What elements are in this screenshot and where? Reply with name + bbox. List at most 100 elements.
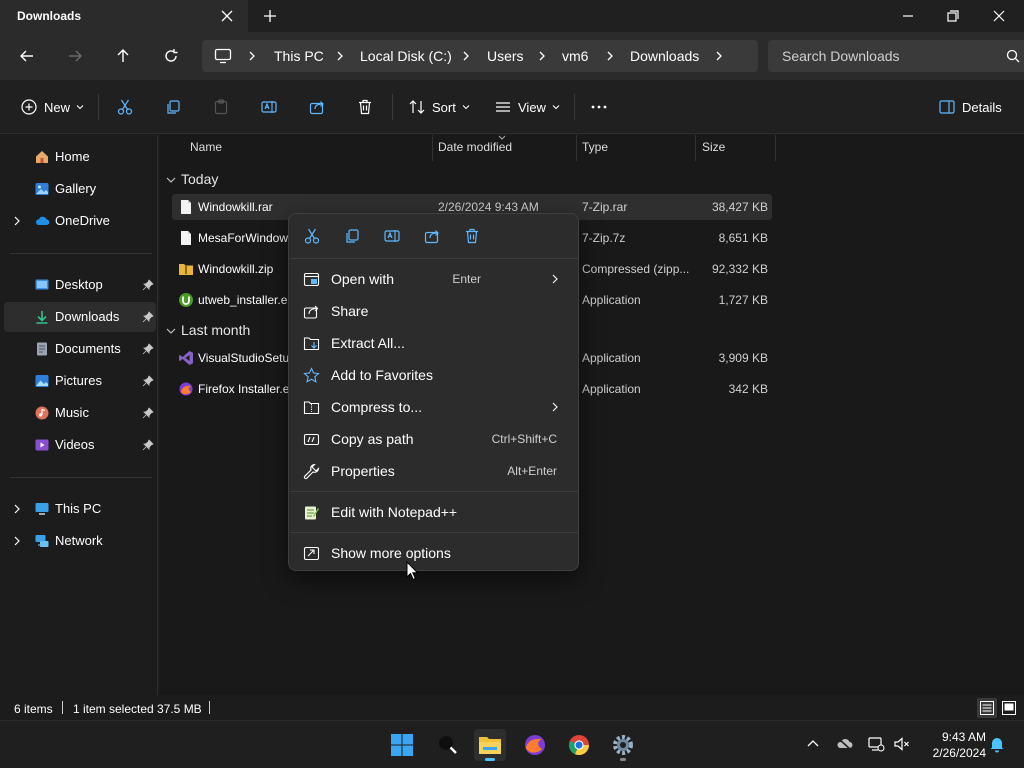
chevron-right-icon[interactable] bbox=[536, 50, 548, 62]
more-button[interactable] bbox=[590, 97, 608, 117]
pin-icon[interactable] bbox=[142, 343, 154, 355]
search-box[interactable]: Search Downloads bbox=[768, 40, 1024, 72]
delete-icon[interactable] bbox=[463, 227, 481, 245]
paste-button[interactable] bbox=[212, 97, 230, 117]
close-tab-icon[interactable] bbox=[219, 8, 235, 24]
copy-icon[interactable] bbox=[343, 227, 361, 245]
breadcrumb-vm6[interactable]: vm6 bbox=[562, 48, 588, 64]
breadcrumb-downloads[interactable]: Downloads bbox=[630, 48, 699, 64]
chevron-right-icon[interactable] bbox=[460, 50, 472, 62]
taskbar-firefox[interactable] bbox=[519, 729, 551, 761]
chevron-right-icon[interactable] bbox=[246, 50, 258, 62]
group-header-today[interactable]: Today bbox=[166, 171, 366, 191]
chevron-right-icon[interactable] bbox=[604, 50, 616, 62]
expand-chevron-icon[interactable] bbox=[12, 535, 22, 547]
menu-item-edit-with-notepadpp[interactable]: Edit with Notepad++ bbox=[294, 497, 573, 527]
menu-divider bbox=[290, 258, 579, 259]
pin-icon[interactable] bbox=[142, 279, 154, 291]
music-icon bbox=[35, 406, 49, 420]
view-button[interactable]: View bbox=[494, 97, 560, 117]
up-icon[interactable] bbox=[113, 46, 133, 66]
sidebar-item-music[interactable]: Music bbox=[4, 398, 156, 428]
chevron-up-icon[interactable] bbox=[804, 735, 822, 753]
details-view-button[interactable] bbox=[977, 698, 997, 718]
more-options-icon bbox=[303, 546, 320, 561]
search-icon bbox=[439, 736, 457, 754]
menu-item-show-more-options[interactable]: Show more options bbox=[294, 538, 573, 568]
taskbar-settings[interactable] bbox=[607, 729, 639, 761]
start-button[interactable] bbox=[386, 729, 418, 761]
rename-icon[interactable] bbox=[383, 227, 401, 245]
breadcrumb-users[interactable]: Users bbox=[487, 48, 524, 64]
share-button[interactable] bbox=[308, 97, 326, 117]
pin-icon[interactable] bbox=[142, 375, 154, 387]
copy-button[interactable] bbox=[164, 97, 182, 117]
thumbnail-view-button[interactable] bbox=[999, 698, 1019, 718]
restore-icon[interactable] bbox=[943, 6, 963, 26]
menu-item-label: Compress to... bbox=[331, 399, 423, 415]
address-bar[interactable]: This PC Local Disk (C:) Users vm6 Downlo… bbox=[202, 40, 758, 72]
pin-icon[interactable] bbox=[142, 439, 154, 451]
cut-button[interactable] bbox=[116, 97, 134, 117]
sidebar-item-pictures[interactable]: Pictures bbox=[4, 366, 156, 396]
delete-button[interactable] bbox=[356, 97, 374, 117]
column-divider[interactable] bbox=[432, 135, 433, 161]
sidebar-item-documents[interactable]: Documents bbox=[4, 334, 156, 364]
minimize-icon[interactable] bbox=[898, 6, 918, 26]
system-clock[interactable]: 9:43 AM 2/26/2024 bbox=[920, 729, 986, 761]
volume-muted-icon[interactable] bbox=[893, 735, 911, 753]
back-icon[interactable] bbox=[17, 46, 37, 66]
menu-item-extract-all[interactable]: Extract All... bbox=[294, 328, 573, 358]
search-icon[interactable] bbox=[1006, 49, 1020, 63]
onedrive-icon[interactable] bbox=[836, 735, 854, 753]
menu-item-copy-as-path[interactable]: Copy as path Ctrl+Shift+C bbox=[294, 424, 573, 454]
column-divider[interactable] bbox=[775, 135, 776, 161]
sidebar-item-onedrive[interactable]: OneDrive bbox=[4, 206, 156, 236]
download-icon bbox=[36, 311, 48, 324]
menu-item-add-to-favorites[interactable]: Add to Favorites bbox=[294, 360, 573, 390]
expand-chevron-icon[interactable] bbox=[12, 215, 22, 227]
sidebar-item-this-pc[interactable]: This PC bbox=[4, 494, 156, 524]
column-header-size[interactable]: Size bbox=[702, 140, 725, 164]
menu-item-share[interactable]: Share bbox=[294, 296, 573, 326]
sidebar-item-home[interactable]: Home bbox=[4, 142, 156, 172]
notification-bell-icon[interactable] bbox=[988, 735, 1006, 753]
cut-icon[interactable] bbox=[303, 227, 321, 245]
column-divider[interactable] bbox=[576, 135, 577, 161]
menu-item-compress-to[interactable]: Compress to... bbox=[294, 392, 573, 422]
new-tab-icon[interactable] bbox=[262, 8, 278, 24]
share-icon[interactable] bbox=[423, 227, 441, 245]
pin-icon[interactable] bbox=[142, 311, 154, 323]
network-status-icon[interactable] bbox=[867, 735, 885, 753]
taskbar-chrome[interactable] bbox=[563, 729, 595, 761]
column-header-name[interactable]: Name bbox=[190, 140, 222, 164]
expand-chevron-icon[interactable] bbox=[12, 503, 22, 515]
details-button[interactable]: Details bbox=[938, 97, 1002, 117]
sort-button[interactable]: Sort bbox=[408, 97, 470, 117]
file-explorer-icon bbox=[479, 737, 501, 754]
pin-icon[interactable] bbox=[142, 407, 154, 419]
menu-item-properties[interactable]: Properties Alt+Enter bbox=[294, 456, 573, 486]
sidebar-item-desktop[interactable]: Desktop bbox=[4, 270, 156, 300]
pictures-icon bbox=[35, 375, 49, 387]
chevron-right-icon[interactable] bbox=[334, 50, 346, 62]
breadcrumb-local-disk[interactable]: Local Disk (C:) bbox=[360, 48, 452, 64]
rename-button[interactable] bbox=[260, 97, 278, 117]
breadcrumb-this-pc[interactable]: This PC bbox=[274, 48, 324, 64]
menu-item-open-with[interactable]: Open with Enter bbox=[294, 264, 573, 294]
taskbar-file-explorer[interactable] bbox=[474, 729, 506, 761]
refresh-icon[interactable] bbox=[161, 46, 181, 66]
column-divider[interactable] bbox=[695, 135, 696, 161]
sidebar-item-downloads[interactable]: Downloads bbox=[4, 302, 156, 332]
column-header-type[interactable]: Type bbox=[582, 140, 608, 164]
sidebar-item-gallery[interactable]: Gallery bbox=[4, 174, 156, 204]
sidebar-item-network[interactable]: Network bbox=[4, 526, 156, 556]
close-window-icon[interactable] bbox=[989, 6, 1009, 26]
new-button[interactable]: New bbox=[20, 97, 84, 117]
sidebar-item-videos[interactable]: Videos bbox=[4, 430, 156, 460]
tab-downloads[interactable]: Downloads bbox=[0, 0, 248, 32]
chevron-right-icon[interactable] bbox=[713, 50, 725, 62]
forward-icon[interactable] bbox=[65, 46, 85, 66]
column-header-date[interactable]: Date modified bbox=[438, 140, 512, 164]
taskbar-search-button[interactable] bbox=[432, 729, 464, 761]
